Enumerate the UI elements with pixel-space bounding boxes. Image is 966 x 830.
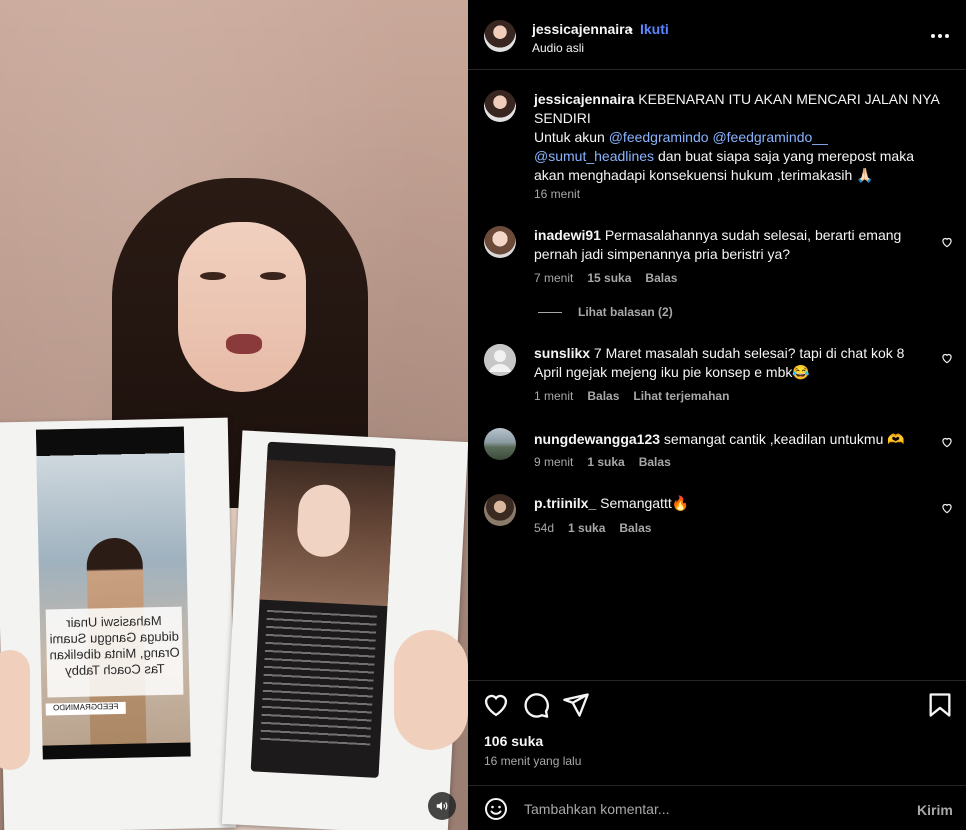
comment-likes[interactable]: 15 suka [587,271,631,285]
mention-link[interactable]: @feedgramindo [609,129,709,145]
like-comment-heart-icon[interactable] [940,235,954,249]
comment-body: p.triinilx_ Semangattt🔥 [534,494,906,513]
comment-likes[interactable]: 1 suka [568,521,605,535]
comment-body: sunslikx 7 Maret masalah sudah selesai? … [534,344,906,382]
post-comment-button[interactable]: Kirim [917,802,953,818]
post-caption: jessicajennaira KEBENARAN ITU AKAN MENCA… [534,90,946,185]
left-hand [0,650,30,770]
reply-button[interactable]: Balas [645,271,677,285]
printed-phone-screenshot [250,441,396,778]
commenter-avatar[interactable] [484,494,516,526]
commenter-username[interactable]: p.triinilx_ [534,495,596,511]
commenter-avatar[interactable] [484,428,516,460]
printed-paper-left: Mahasiswi Unair diduga Ganggu Suami Oran… [0,417,237,830]
comment-likes[interactable]: 1 suka [587,455,624,469]
post-side-panel: jessicajennaira • Ikuti Audio asli jessi… [468,0,966,830]
comment-meta: 7 menit 15 suka Balas [534,271,677,285]
post-actions: 106 suka 16 menit yang lalu Kirim [468,680,966,830]
printed-caption: Mahasiswi Unair diduga Ganggu Suami Oran… [45,606,184,698]
comment-time[interactable]: 7 menit [534,271,573,285]
mention-link[interactable]: @sumut_headlines [534,148,654,164]
caption-text-2: Untuk akun [534,129,605,145]
more-options-icon[interactable] [928,26,952,46]
right-hand [394,630,468,750]
person-eye-left [200,272,226,280]
commenter-avatar[interactable] [484,226,516,258]
comment-body: inadewi91 Permasalahannya sudah selesai,… [534,226,906,264]
comment-composer: Kirim [468,785,966,830]
comment-meta: 1 menit Balas Lihat terjemahan [534,389,729,403]
translate-button[interactable]: Lihat terjemahan [633,389,729,403]
like-count[interactable]: 106 suka [484,733,543,749]
post-timestamp[interactable]: 16 menit yang lalu [484,754,581,768]
author-username[interactable]: jessicajennaira [532,21,632,37]
comment-meta: 54d 1 suka Balas [534,521,651,535]
reply-button[interactable]: Balas [639,455,671,469]
emoji-smiley-icon[interactable] [484,797,508,821]
comment-text: semangat cantik ,keadilan untukmu 🫶 [663,431,905,447]
commenter-username[interactable]: inadewi91 [534,227,601,243]
audio-label[interactable]: Audio asli [532,41,584,55]
volume-button[interactable] [428,792,456,820]
like-comment-heart-icon[interactable] [940,501,954,515]
person-mouth [226,334,262,354]
printed-tag: FEEDGRAMINDO [45,701,126,716]
reply-button[interactable]: Balas [619,521,651,535]
comment-text: Semangattt🔥 [600,495,690,511]
post-media[interactable]: Mahasiswi Unair diduga Ganggu Suami Oran… [0,0,468,830]
like-comment-heart-icon[interactable] [940,435,954,449]
commenter-avatar[interactable] [484,344,516,376]
printed-news-post: Mahasiswi Unair diduga Ganggu Suami Oran… [35,426,191,760]
caption-avatar[interactable] [484,90,516,122]
caption-timestamp[interactable]: 16 menit [534,187,580,201]
comment-time[interactable]: 54d [534,521,554,535]
view-replies-button[interactable]: Lihat balasan (2) [538,305,673,319]
like-heart-icon[interactable] [482,691,510,719]
view-replies-label: Lihat balasan (2) [578,305,673,319]
mention-link[interactable]: @feedgramindo__ [712,129,827,145]
share-paper-plane-icon[interactable] [562,691,590,719]
post-header: jessicajennaira • Ikuti Audio asli [468,0,966,70]
commenter-username[interactable]: sunslikx [534,345,590,361]
author-avatar[interactable] [484,20,516,52]
comment-input[interactable] [524,796,894,822]
caption-username[interactable]: jessicajennaira [534,91,634,107]
comment-time[interactable]: 1 menit [534,389,573,403]
comment-meta: 9 menit 1 suka Balas [534,455,671,469]
reply-button[interactable]: Balas [587,389,619,403]
comment-text: 7 Maret masalah sudah selesai? tapi di c… [534,345,905,380]
comment-time[interactable]: 9 menit [534,455,573,469]
commenter-username[interactable]: nungdewangga123 [534,431,660,447]
person-eye-right [260,272,286,280]
follow-button[interactable]: Ikuti [640,21,669,37]
save-bookmark-icon[interactable] [926,691,954,719]
like-comment-heart-icon[interactable] [940,351,954,365]
speaker-icon [436,801,448,811]
comment-bubble-icon[interactable] [522,691,550,719]
person-face [178,222,306,392]
separator-dot: • [628,21,633,37]
comment-body: nungdewangga123 semangat cantik ,keadila… [534,430,906,449]
default-avatar-icon [484,344,516,376]
